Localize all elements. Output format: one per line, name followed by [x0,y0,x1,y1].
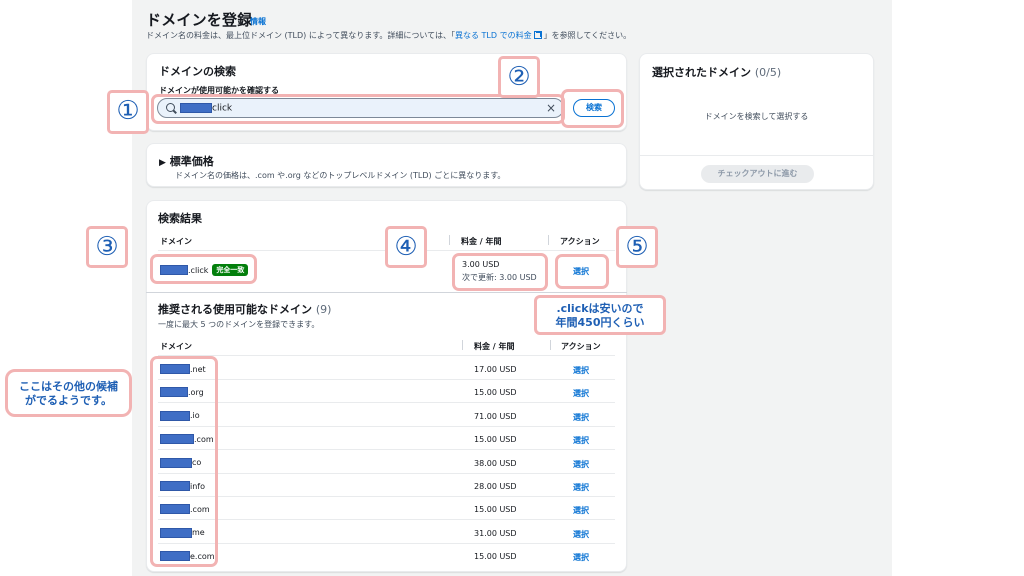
selected-empty-text: ドメインを検索して選択する [704,112,809,121]
col-separator [548,235,549,245]
col-action: アクション [560,237,600,246]
page-description: ドメイン名の料金は、最上位ドメイン (TLD) によって異なります。詳細について… [146,30,631,41]
standard-price-heading: 標準価格 [169,155,214,168]
standard-price-card[interactable]: ▶ 標準価格 ドメイン名の価格は、.com や.org などのトップレベルドメイ… [146,143,627,187]
col-separator [449,235,450,245]
row-divider [158,496,615,497]
selected-heading: 選択されたドメイン (0/5) [652,64,781,80]
suggestion-select-link[interactable]: 選択 [573,482,589,493]
suggest-heading: 推奨される使用可能なドメイン (9) [158,301,331,317]
caret-right-icon: ▶ [159,158,166,168]
suggestion-select-link[interactable]: 選択 [573,365,589,376]
selected-heading-text: 選択されたドメイン [652,66,751,79]
suggestion-price: 38.00 USD [474,458,517,468]
suggestion-price: 15.00 USD [474,435,517,445]
suggestion-select-link[interactable]: 選択 [573,459,589,470]
suggest-col-action: アクション [561,342,601,351]
annotation-search-input-highlight [151,94,565,124]
row-divider [146,292,627,293]
suggest-col-domain: ドメイン [160,342,192,351]
results-heading: 検索結果 [158,212,202,225]
row-divider [158,542,615,544]
standard-price-toggle[interactable]: ▶ 標準価格 [159,153,214,169]
suggestion-select-link[interactable]: 選択 [573,552,589,563]
row-divider [158,425,615,427]
annotation-number-3: ③ [86,226,128,268]
suggestion-price: 15.00 USD [474,505,517,515]
desc-text-after: 」を参照してください。 [543,31,632,40]
annotation-other-note-line1: ここはその他の候補 [19,380,118,393]
annotation-price-note-line1: .clickは安いので [556,302,644,315]
annotation-number-1: ① [107,90,149,134]
col-separator [462,340,463,350]
header-divider [158,355,615,356]
suggestion-select-link[interactable]: 選択 [573,388,589,399]
standard-price-desc: ドメイン名の価格は、.com や.org などのトップレベルドメイン (TLD)… [175,171,506,180]
desc-text: ドメイン名の料金は、最上位ドメイン (TLD) によって異なります。詳細について… [146,31,455,40]
col-domain: ドメイン [160,237,192,246]
suggestion-select-link[interactable]: 選択 [573,435,589,446]
external-link-icon [533,31,542,39]
annotation-number-2: ② [498,56,540,98]
annotation-suggestions-highlight [150,356,218,567]
suggestion-price: 17.00 USD [474,365,517,374]
checkout-button[interactable]: チェックアウトに進む [701,165,814,183]
row-divider [158,519,615,521]
suggestion-price: 15.00 USD [474,388,517,398]
divider [640,155,873,156]
annotation-result-domain-highlight [150,254,257,284]
annotation-search-button-highlight [561,89,624,128]
suggestion-select-link[interactable]: 選択 [573,529,589,540]
annotation-result-select-highlight [555,254,609,289]
suggestion-price: 71.00 USD [474,411,517,421]
annotation-number-4: ④ [385,226,427,268]
suggest-col-price: 料金 / 年間 [474,342,515,351]
row-divider [158,472,615,474]
annotation-result-price-highlight [452,253,548,291]
row-divider [158,379,615,380]
suggestion-price: 15.00 USD [474,552,517,562]
suggestion-price: 31.00 USD [474,528,517,538]
row-divider [158,402,615,404]
annotation-other-note: ここはその他の候補 がでるようです。 [5,369,132,417]
selected-domains-card: 選択されたドメイン (0/5) ドメインを検索して選択する チェックアウトに進む [639,53,874,190]
annotation-price-note-line2: 年間450円くらい [555,316,645,329]
selected-count: (0/5) [754,66,782,79]
annotation-price-note: .clickは安いので 年間450円くらい [534,295,666,335]
suggestion-select-link[interactable]: 選択 [573,412,589,423]
suggest-count: (9) [315,303,332,316]
annotation-other-note-line2: がでるようです。 [25,394,112,407]
suggest-subtext: 一度に最大 5 つのドメインを登録できます。 [158,320,320,329]
col-separator [550,340,551,350]
search-heading: ドメインの検索 [159,65,236,78]
page-title: ドメインを登録 [146,11,253,29]
suggestion-select-link[interactable]: 選択 [573,505,589,516]
suggestion-price: 28.00 USD [474,482,517,491]
row-divider [158,449,615,451]
col-price: 料金 / 年間 [461,237,502,246]
info-link[interactable]: 情報 [250,16,266,27]
suggest-heading-text: 推奨される使用可能なドメイン [158,303,312,316]
tld-pricing-link[interactable]: 異なる TLD での料金 [455,31,532,40]
annotation-number-5: ⑤ [616,226,658,268]
